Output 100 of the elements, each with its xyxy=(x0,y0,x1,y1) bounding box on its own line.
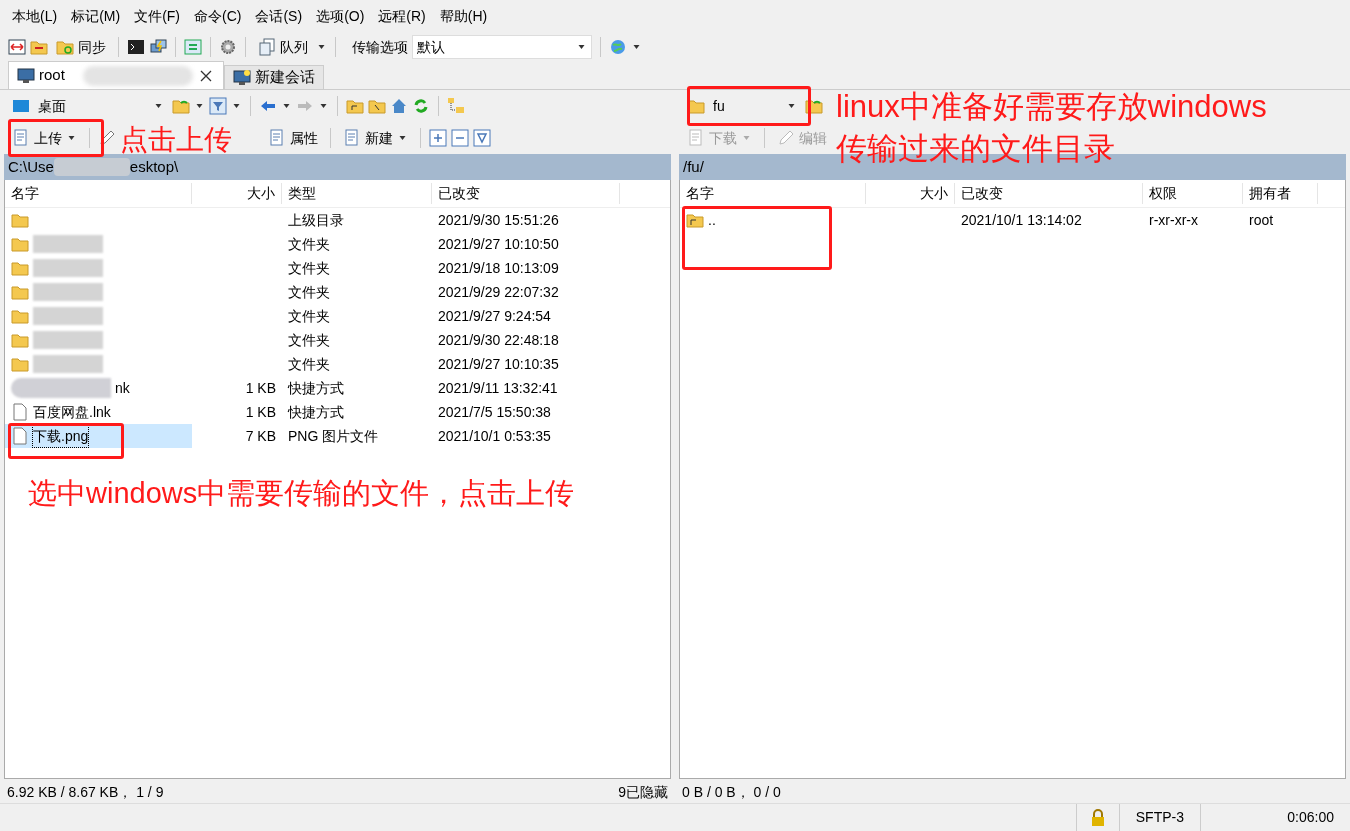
table-cell-text: 1 KB xyxy=(244,378,277,398)
table-cell-text: 文件夹 xyxy=(287,258,331,278)
menu-item[interactable]: 本地(L) xyxy=(12,5,58,27)
menu-item[interactable]: 会话(S) xyxy=(255,5,303,27)
table-cell-text: 上级目录 xyxy=(287,210,345,230)
caret-icon xyxy=(743,136,750,140)
document-icon xyxy=(268,129,286,147)
column-header[interactable]: 类型 xyxy=(282,183,432,204)
window-sync-icon[interactable] xyxy=(184,38,202,56)
session-tab[interactable]: 新建会话 xyxy=(224,65,324,89)
column-header[interactable]: 名字 xyxy=(5,183,192,204)
menu-item[interactable]: 选项(O) xyxy=(316,5,365,27)
computers-icon[interactable] xyxy=(149,38,167,56)
table-cell-text: 2021/9/27 10:10:35 xyxy=(437,354,560,374)
minus-icon[interactable] xyxy=(451,129,469,147)
path-bar: C:\Use esktop\ xyxy=(4,154,671,180)
refresh-icon[interactable] xyxy=(412,97,430,115)
column-header[interactable]: 已改变 xyxy=(432,183,620,204)
redaction xyxy=(33,235,103,253)
sync-folders-icon[interactable] xyxy=(30,38,48,56)
file-icon xyxy=(11,427,29,445)
file-icon xyxy=(11,403,29,421)
column-header[interactable]: 拥有者 xyxy=(1243,183,1318,204)
table-cell-text: 文件夹 xyxy=(287,282,331,302)
table-cell-text: 2021/9/30 22:48:18 xyxy=(437,330,560,350)
queue-button[interactable]: 队列 xyxy=(254,36,312,58)
status-text: 0 B / 0 B， 0 / 0 xyxy=(682,782,781,802)
monitor-icon xyxy=(17,66,35,85)
menu-item[interactable]: 文件(F) xyxy=(134,5,180,27)
caret-icon xyxy=(399,136,406,140)
compare-icon[interactable] xyxy=(8,38,26,56)
column-header[interactable]: 大小 xyxy=(192,183,282,204)
action-button[interactable]: 新建 xyxy=(339,127,412,149)
folder-icon xyxy=(11,307,29,325)
globe-icon[interactable] xyxy=(609,38,627,56)
caret-icon[interactable] xyxy=(633,45,640,49)
table-cell-text: 快捷方式 xyxy=(286,378,345,398)
caret-icon[interactable] xyxy=(283,104,290,108)
table-cell-text: PNG 图片文件 xyxy=(287,426,380,446)
caret-icon xyxy=(788,104,795,108)
sync-button[interactable]: 同步 xyxy=(52,36,110,58)
redaction xyxy=(33,307,103,325)
redaction xyxy=(33,355,103,373)
session-tab[interactable]: root xyxy=(8,61,224,89)
column-header[interactable]: 大小 xyxy=(866,183,955,204)
hidden-count: 9已隐藏 xyxy=(618,782,668,802)
folder-sync-icon xyxy=(56,38,74,56)
transfer-options-label: 传输选项 xyxy=(352,37,408,57)
root-folder-icon[interactable] xyxy=(368,97,386,115)
action-button[interactable]: 上传 xyxy=(8,127,81,149)
table-cell-text: 文件夹 xyxy=(287,354,331,374)
session-time: 0:06:00 xyxy=(1200,804,1350,831)
caret-icon[interactable] xyxy=(233,104,240,108)
parent-folder-icon[interactable] xyxy=(346,97,364,115)
caret-icon xyxy=(155,104,162,108)
open-folder-icon[interactable] xyxy=(172,97,190,115)
folder-icon xyxy=(11,355,29,373)
column-header[interactable]: 名字 xyxy=(680,183,866,204)
home-icon[interactable] xyxy=(390,97,408,115)
menu-item[interactable]: 标记(M) xyxy=(71,5,121,27)
menu-item[interactable]: 远程(R) xyxy=(378,5,426,27)
protocol-label: SFTP-3 xyxy=(1118,804,1200,831)
menu-item[interactable]: 帮助(H) xyxy=(439,5,488,27)
pencil-icon xyxy=(777,129,795,147)
tree-icon[interactable] xyxy=(447,97,465,115)
redaction xyxy=(33,283,103,301)
new-monitor-icon xyxy=(233,68,251,87)
table-cell-text: 2021/9/18 10:13:09 xyxy=(437,258,560,278)
table-cell-text: 文件夹 xyxy=(287,306,331,326)
file-name-cell[interactable]: 下载.png xyxy=(5,424,192,448)
plus-icon[interactable] xyxy=(429,129,447,147)
action-button[interactable]: 属性 xyxy=(264,127,322,149)
filter-icon[interactable] xyxy=(473,129,491,147)
terminal-icon[interactable] xyxy=(127,38,145,56)
caret-icon[interactable] xyxy=(320,104,327,108)
table-cell-text: 1 KB xyxy=(244,402,277,422)
caret-icon xyxy=(68,136,75,140)
column-header[interactable]: 已改变 xyxy=(955,183,1143,204)
table-cell-text: 2021/9/27 9:24:54 xyxy=(437,306,552,326)
redaction xyxy=(33,259,103,277)
caret-icon[interactable] xyxy=(196,104,203,108)
table-cell-text: 文件夹 xyxy=(287,330,331,350)
table-cell-text: root xyxy=(1248,210,1275,230)
document-icon xyxy=(343,129,361,147)
table-cell-text: r-xr-xr-x xyxy=(1148,210,1199,230)
annotation-text: 点击上传 xyxy=(120,124,232,156)
transfer-select[interactable]: 默认 xyxy=(412,35,592,59)
folder-icon xyxy=(11,235,29,253)
column-header[interactable]: 权限 xyxy=(1143,183,1243,204)
table-cell-text: 2021/9/27 10:10:50 xyxy=(437,234,560,254)
caret-icon[interactable] xyxy=(318,45,325,49)
table-cell-text: 快捷方式 xyxy=(286,402,345,422)
filter-icon[interactable] xyxy=(209,97,227,115)
folder-icon xyxy=(11,259,29,277)
table-cell-text: 7 KB xyxy=(244,426,277,446)
redaction xyxy=(33,331,103,349)
settings-icon[interactable] xyxy=(219,38,237,56)
menu-item[interactable]: 命令(C) xyxy=(194,5,242,27)
pencil-icon[interactable] xyxy=(98,129,116,147)
table-cell-text: 2021/9/11 13:32:41 xyxy=(437,378,559,398)
